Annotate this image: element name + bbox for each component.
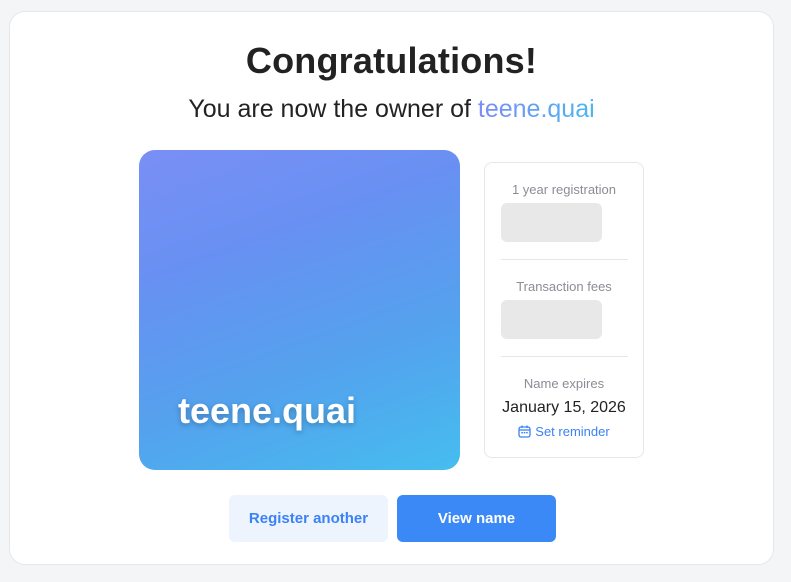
divider [501, 356, 628, 357]
divider [501, 259, 628, 260]
subtitle-prefix: You are now the owner of [188, 95, 478, 123]
name-expires-label: Name expires [523, 376, 605, 391]
domain-nft-card: teene.quai [139, 150, 460, 470]
register-another-button[interactable]: Register another [229, 495, 388, 542]
expiry-date: January 15, 2026 [502, 399, 626, 416]
transaction-fees-placeholder [501, 300, 602, 339]
calendar-icon [518, 425, 531, 438]
page-title: Congratulations! [245, 40, 538, 81]
nft-domain-name: teene.quai [178, 390, 357, 431]
set-reminder-link[interactable]: Set reminder [485, 424, 643, 439]
transaction-fees-label: Transaction fees [516, 279, 612, 294]
view-name-button[interactable]: View name [397, 495, 556, 542]
registration-price-placeholder [501, 203, 602, 242]
registration-label: 1 year registration [511, 182, 617, 197]
registration-details-panel: 1 year registration Transaction fees Nam… [484, 162, 644, 458]
ownership-subtitle: You are now the owner of teene.quai [10, 95, 773, 124]
success-card: Congratulations! You are now the owner o… [9, 11, 774, 565]
set-reminder-label: Set reminder [535, 424, 610, 439]
owned-domain-name: teene.quai [477, 95, 595, 123]
